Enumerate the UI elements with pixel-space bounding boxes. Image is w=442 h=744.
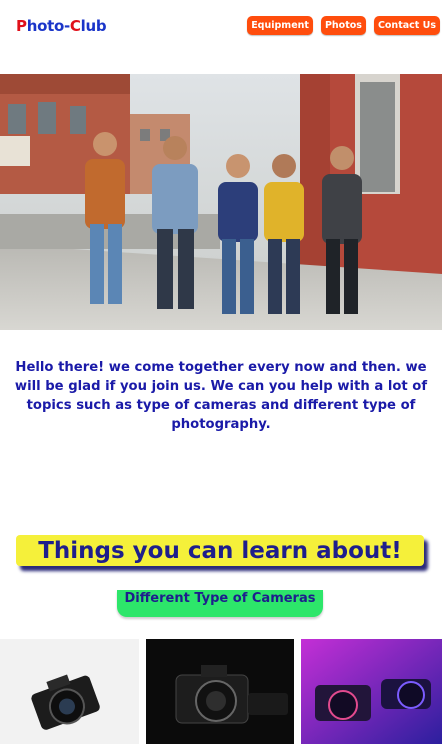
hero-image <box>0 74 442 330</box>
camera-gallery <box>0 639 442 744</box>
nav-equipment-button[interactable]: Equipment <box>247 16 313 35</box>
intro-text: Hello there! we come together every now … <box>14 360 428 432</box>
logo-text-hoto: hoto- <box>26 17 70 35</box>
camera-photo-2[interactable] <box>146 639 294 744</box>
nav-contact-button[interactable]: Contact Us <box>373 16 440 35</box>
logo-letter-c: C <box>69 17 81 35</box>
logo-letter-p: P <box>16 17 27 35</box>
nav-photos-button[interactable]: Photos <box>320 16 366 35</box>
camera-photo-1[interactable] <box>0 639 139 744</box>
site-logo[interactable]: Photo-Club <box>16 17 107 35</box>
camera-photo-3[interactable] <box>301 639 442 744</box>
learn-heading: Things you can learn about! <box>16 535 424 566</box>
logo-text-lub: lub <box>80 17 107 35</box>
main-nav: Equipment Photos Contact Us <box>247 16 440 35</box>
camera-types-subtitle[interactable]: Different Type of Cameras <box>117 590 323 617</box>
site-header: Photo-Club Equipment Photos Contact Us <box>0 0 442 74</box>
